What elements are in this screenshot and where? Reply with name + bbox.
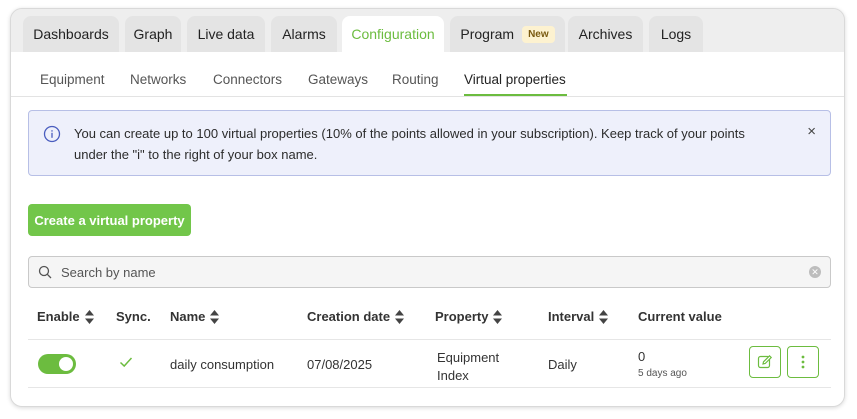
- toggle-knob: [59, 357, 73, 371]
- header-property: Property: [435, 309, 503, 324]
- header-sync-label: Sync.: [116, 309, 151, 324]
- clear-search-icon[interactable]: ✕: [809, 266, 821, 278]
- subtab-equipment[interactable]: Equipment: [40, 72, 105, 87]
- tab-dashboards[interactable]: Dashboards: [23, 16, 119, 52]
- header-current-value: Current value: [638, 309, 722, 324]
- search-box: ✕: [28, 256, 831, 288]
- tab-logs[interactable]: Logs: [649, 16, 703, 52]
- enable-toggle[interactable]: [38, 354, 76, 374]
- subtab-virtual-properties[interactable]: Virtual properties: [464, 72, 566, 87]
- tab-program[interactable]: Program New: [450, 16, 565, 52]
- tab-program-label: Program: [460, 26, 515, 42]
- new-badge: New: [522, 25, 555, 43]
- tab-archives[interactable]: Archives: [568, 16, 643, 52]
- header-creation-date: Creation date: [307, 309, 405, 324]
- edit-icon: [757, 354, 773, 369]
- info-icon: [43, 125, 61, 143]
- close-icon[interactable]: ×: [807, 123, 816, 140]
- info-alert: You can create up to 100 virtual propert…: [28, 110, 831, 176]
- row-current-value: 0: [638, 349, 646, 364]
- tab-live-data[interactable]: Live data: [187, 16, 265, 52]
- tab-configuration[interactable]: Configuration: [342, 16, 444, 52]
- row-property: Equipment Index: [437, 350, 500, 383]
- tab-graph[interactable]: Graph: [125, 16, 181, 52]
- sort-icon[interactable]: [84, 309, 94, 324]
- subtab-gateways[interactable]: Gateways: [308, 72, 368, 87]
- row-creation-date: 07/08/2025: [307, 357, 373, 372]
- header-interval-label: Interval: [548, 309, 595, 324]
- more-options-button[interactable]: [787, 346, 819, 378]
- header-name-label: Name: [170, 309, 206, 324]
- header-enable: Enable: [37, 309, 94, 324]
- header-interval: Interval: [548, 309, 609, 324]
- edit-button[interactable]: [749, 346, 781, 378]
- subtab-connectors[interactable]: Connectors: [213, 72, 282, 87]
- tab-alarms[interactable]: Alarms: [271, 16, 337, 52]
- subtab-networks[interactable]: Networks: [130, 72, 186, 87]
- subtab-routing[interactable]: Routing: [392, 72, 439, 87]
- header-enable-label: Enable: [37, 309, 80, 324]
- main-panel: Dashboards Graph Live data Alarms Config…: [10, 8, 845, 407]
- header-sync: Sync.: [116, 309, 151, 324]
- more-vertical-icon: [801, 355, 805, 369]
- sort-icon[interactable]: [599, 309, 609, 324]
- header-property-label: Property: [435, 309, 489, 324]
- top-tab-bar: Dashboards Graph Live data Alarms Config…: [11, 9, 844, 52]
- row-current-value-age: 5 days ago: [638, 368, 687, 379]
- sort-icon[interactable]: [493, 309, 503, 324]
- check-icon: [119, 357, 133, 368]
- sort-icon[interactable]: [210, 309, 220, 324]
- create-virtual-property-button[interactable]: Create a virtual property: [28, 204, 191, 236]
- row-name: daily consumption: [170, 357, 275, 372]
- search-icon: [38, 265, 52, 279]
- sort-icon[interactable]: [395, 309, 405, 324]
- table-header-divider: [28, 339, 831, 340]
- header-name: Name: [170, 309, 220, 324]
- sub-navigation: Equipment Networks Connectors Gateways R…: [11, 52, 844, 97]
- header-creation-date-label: Creation date: [307, 309, 391, 324]
- search-input[interactable]: [61, 257, 801, 287]
- row-interval: Daily: [548, 357, 577, 372]
- header-current-value-label: Current value: [638, 309, 722, 324]
- table-row-divider: [28, 387, 831, 388]
- active-subtab-underline: [464, 94, 567, 96]
- alert-message: You can create up to 100 virtual propert…: [74, 126, 745, 162]
- configuration-content: Equipment Networks Connectors Gateways R…: [11, 52, 844, 406]
